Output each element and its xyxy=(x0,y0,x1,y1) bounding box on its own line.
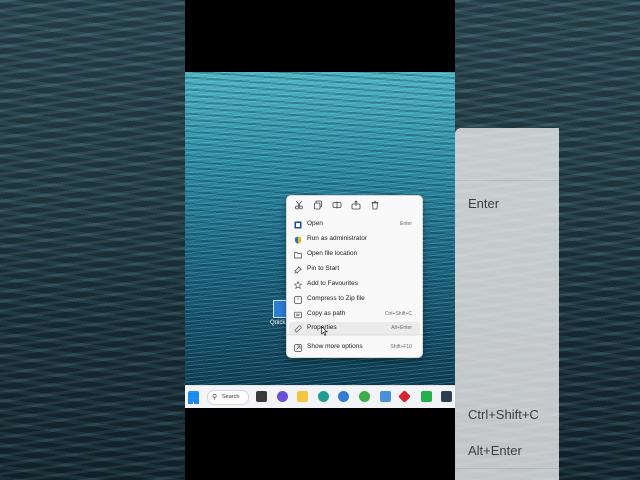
menu-item-run-as-administrator[interactable]: Run as administrator xyxy=(289,233,420,247)
menu-item-label: Open xyxy=(307,220,323,227)
zip-icon xyxy=(294,296,302,304)
ghost-shortcut-enter: Enter xyxy=(468,196,500,211)
notes-icon[interactable] xyxy=(380,391,391,402)
menu-item-label: Add to Favourites xyxy=(307,280,358,287)
browser-icon[interactable] xyxy=(338,391,349,402)
delete-icon[interactable] xyxy=(370,200,380,210)
menu-item-label: Run as administrator xyxy=(307,235,367,242)
menu-item-shortcut: Alt+Enter xyxy=(391,325,412,331)
menu-item-label: Pin to Start xyxy=(307,265,340,272)
pin-icon xyxy=(294,266,302,274)
taskbar: ⚲ Search xyxy=(185,385,455,408)
share-icon[interactable] xyxy=(351,200,361,210)
menu-item-label: Copy as path xyxy=(307,310,346,317)
taskbar-search-box[interactable]: ⚲ Search xyxy=(207,390,249,405)
ghost-shortcut-properties: Alt+Enter xyxy=(468,443,522,458)
context-menu: Open Enter Run as administrator Open fil… xyxy=(286,195,423,358)
search-label: Search xyxy=(222,394,240,400)
cut-icon[interactable] xyxy=(294,200,304,210)
copy-icon[interactable] xyxy=(313,200,323,210)
ghost-shortcut-copy-path: Ctrl+Shift+C xyxy=(468,407,539,422)
menu-item-label: Show more options xyxy=(307,343,363,350)
search-icon: ⚲ xyxy=(212,394,218,401)
ghost-separator xyxy=(455,468,559,469)
blurred-background-right: Enter Ctrl+Shift+C Alt+Enter xyxy=(455,0,640,480)
menu-item-compress-to-zip[interactable]: Compress to Zip file xyxy=(289,293,420,307)
folder-icon xyxy=(294,251,302,259)
menu-item-label: Open file location xyxy=(307,250,358,257)
task-view-icon[interactable] xyxy=(256,391,267,402)
rename-icon[interactable] xyxy=(332,200,342,210)
menu-item-shortcut: Shift+F10 xyxy=(390,344,412,350)
wrench-icon xyxy=(294,325,302,333)
more-options-icon xyxy=(294,344,302,352)
blurred-background-left xyxy=(0,0,185,480)
mouse-cursor xyxy=(321,326,328,336)
menu-item-open[interactable]: Open Enter xyxy=(289,218,420,232)
shield-icon xyxy=(294,236,302,244)
explorer-icon[interactable] xyxy=(297,391,308,402)
menu-item-add-to-favourites[interactable]: Add to Favourites xyxy=(289,278,420,292)
edge-icon[interactable] xyxy=(318,391,329,402)
app-icon xyxy=(294,221,302,229)
menu-separator xyxy=(287,334,422,335)
start-icon[interactable] xyxy=(188,391,199,404)
ghost-separator xyxy=(455,180,559,181)
store-icon[interactable] xyxy=(441,391,452,402)
context-menu-toolbar xyxy=(287,196,422,214)
menu-item-copy-as-path[interactable]: Copy as path Ctrl+Shift+C xyxy=(289,308,420,322)
menu-item-label: Compress to Zip file xyxy=(307,295,365,302)
app-red-icon[interactable] xyxy=(398,390,411,403)
star-icon xyxy=(294,281,302,289)
blurred-context-menu: Enter Ctrl+Shift+C Alt+Enter xyxy=(455,128,559,480)
app-green-icon[interactable] xyxy=(421,391,432,402)
path-icon xyxy=(294,311,302,319)
chat-icon[interactable] xyxy=(277,391,288,402)
menu-item-open-file-location[interactable]: Open file location xyxy=(289,248,420,262)
menu-item-shortcut: Enter xyxy=(400,221,412,227)
chrome-icon[interactable] xyxy=(359,391,370,402)
menu-item-shortcut: Ctrl+Shift+C xyxy=(384,311,412,317)
menu-item-pin-to-start[interactable]: Pin to Start xyxy=(289,263,420,277)
menu-item-show-more-options[interactable]: Show more options Shift+F10 xyxy=(289,341,420,355)
